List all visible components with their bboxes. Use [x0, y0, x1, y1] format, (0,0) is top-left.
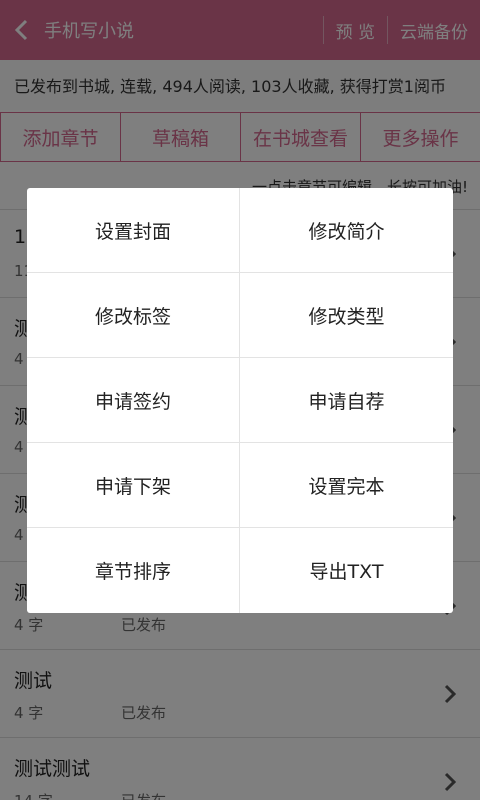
more-actions-menu: 设置封面 修改简介 修改标签 修改类型 申请签约 申请自荐 申请下架 设置完本 …: [27, 188, 453, 613]
edit-synopsis-button[interactable]: 修改简介: [240, 188, 453, 273]
apply-self-recommend-button[interactable]: 申请自荐: [240, 358, 453, 443]
set-cover-button[interactable]: 设置封面: [27, 188, 240, 273]
apply-takedown-button[interactable]: 申请下架: [27, 443, 240, 528]
set-completed-button[interactable]: 设置完本: [240, 443, 453, 528]
apply-contract-button[interactable]: 申请签约: [27, 358, 240, 443]
edit-tags-button[interactable]: 修改标签: [27, 273, 240, 358]
sort-chapters-button[interactable]: 章节排序: [27, 528, 240, 613]
export-txt-button[interactable]: 导出TXT: [240, 528, 453, 613]
edit-genre-button[interactable]: 修改类型: [240, 273, 453, 358]
